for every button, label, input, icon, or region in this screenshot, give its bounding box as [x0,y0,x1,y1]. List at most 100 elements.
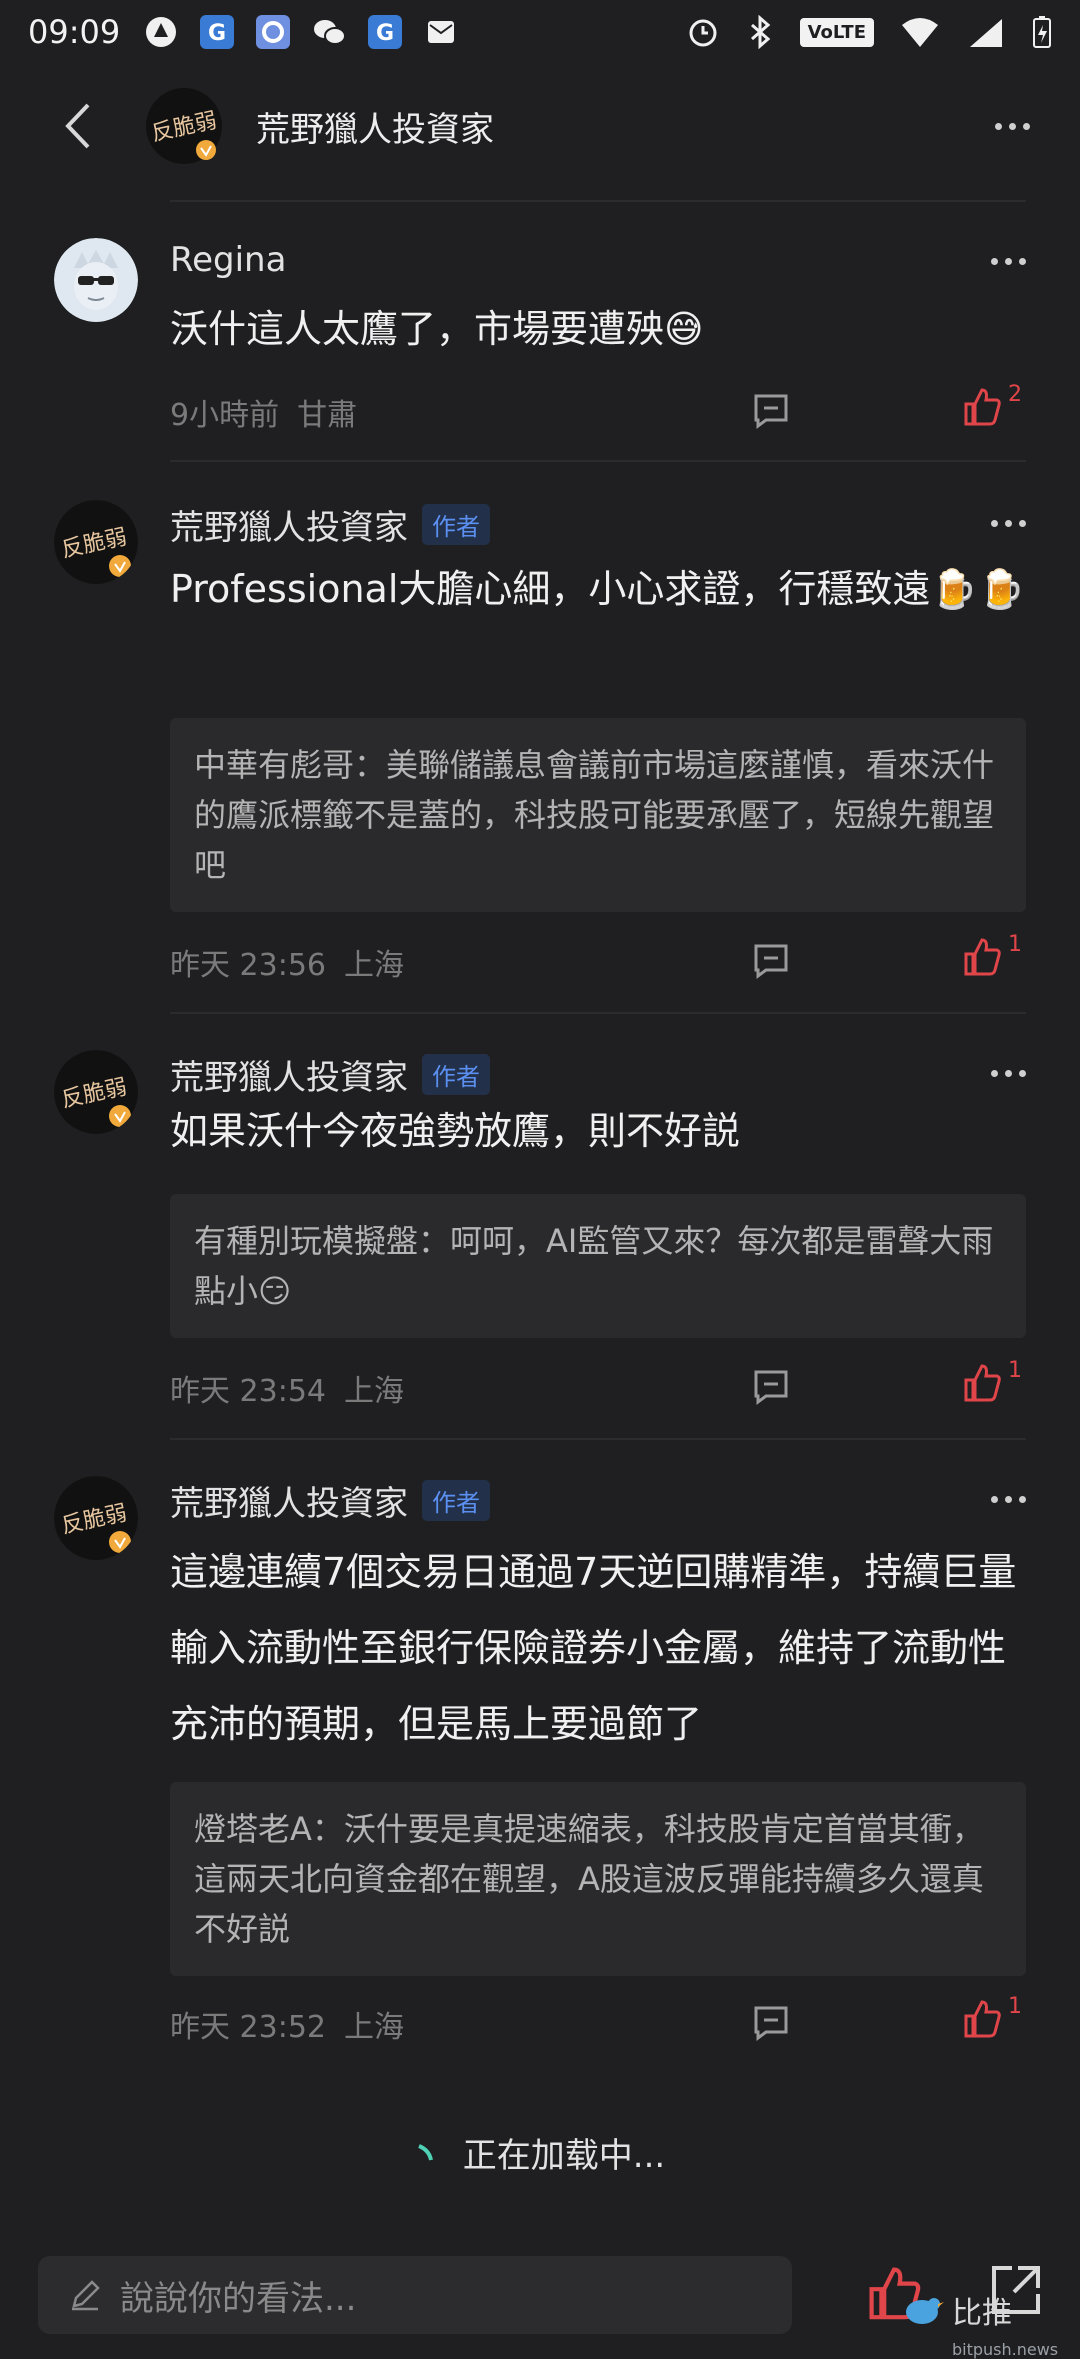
comment-location: 上海 [344,948,404,983]
comment-header: 荒野獵人投資家 作者 [170,500,490,549]
alarm-icon [689,19,717,47]
header-avatar[interactable]: 反脆弱 [146,88,222,164]
thumbs-up-icon [964,938,1001,976]
quoted-reply[interactable]: 有種別玩模擬盤：呵呵，AI監管又來？每次都是雷聲大雨點小😏 [170,1194,1026,1338]
comment-text: 如果沃什今夜強勢放鷹，則不好説 [170,1109,741,1153]
more-options-button[interactable] [984,106,1040,146]
more-dot [1005,258,1012,265]
comment-meta: 昨天 23:56 上海 [170,940,404,984]
comment-meta: 9小時前 甘肅 [170,390,357,434]
header-divider [170,200,1026,202]
reply-icon[interactable] [752,942,790,980]
thumbs-up-icon [964,388,1001,426]
mail-icon [428,21,455,43]
comment-time: 昨天 23:56 [170,948,326,983]
author-badge: 作者 [422,504,490,545]
comment-text: 這邊連續7個交易日通過7天逆回購精準，持續巨量輸入流動性至銀行保險證券小金屬，維… [170,1550,1017,1746]
comment-meta: 昨天 23:54 上海 [170,1366,404,1410]
commenter-name[interactable]: 荒野獵人投資家 [170,500,408,549]
loading-text: 正在加载中... [462,2136,666,2176]
system-icons: VoLTE [686,15,1052,49]
bird-logo-icon [906,2298,944,2324]
user-avatar[interactable]: 反脆弱 [54,1050,138,1134]
app-notification-icon [146,17,177,47]
back-button[interactable] [42,91,112,161]
more-dot [1019,258,1026,265]
comment-location: 甘肅 [297,398,358,433]
more-dot [991,520,998,527]
more-dot [991,1070,998,1077]
battery-icon [1033,16,1051,48]
comment-more-button[interactable] [991,1496,1026,1503]
comment-more-button[interactable] [991,1070,1026,1077]
comment-location: 上海 [344,2010,404,2045]
more-dot [1019,520,1026,527]
more-dot [1008,122,1016,130]
user-avatar[interactable]: 反脆弱 [54,500,138,584]
comment-header: 荒野獵人投資家 作者 [170,1050,490,1099]
comment-divider [170,1438,1026,1440]
svg-text:G: G [208,21,226,46]
reply-icon[interactable] [752,2004,790,2042]
like-button[interactable]: 2 [962,382,1022,426]
comment-header: Regina [170,240,286,280]
commenter-name[interactable]: 荒野獵人投資家 [170,1476,408,1525]
reply-icon[interactable] [752,392,790,430]
like-count: 2 [1008,382,1022,407]
comment-divider [170,1012,1026,1014]
comment-divider [170,460,1026,462]
user-avatar[interactable] [54,238,138,322]
quoted-reply[interactable]: 燈塔老A：沃什要是真提速縮表，科技股肯定首當其衝，這兩天北向資金都在觀望，A股這… [170,1782,1026,1976]
like-count: 1 [1008,1358,1022,1383]
like-button[interactable]: 1 [962,1358,1022,1402]
back-arrow-icon [65,103,90,149]
avatar-image: 反脆弱 [146,88,222,164]
commenter-name[interactable]: 荒野獵人投資家 [170,1050,408,1099]
comment-header: 荒野獵人投資家 作者 [170,1476,490,1525]
wechat-icon [314,20,347,45]
status-bar: 09:09 G G VoLTE [0,0,1080,64]
comment-time: 9小時前 [170,398,280,433]
volte-badge: VoLTE [799,17,874,47]
thumbs-up-icon [964,1364,1001,1402]
like-button[interactable]: 1 [962,932,1022,976]
watermark-text: 比推 [952,2296,1012,2331]
loading-indicator: 正在加载中... [0,2128,1080,2177]
comment-input[interactable]: 說說你的看法... [38,2256,792,2334]
bluetooth-icon [750,15,770,49]
user-avatar[interactable]: 反脆弱 [54,1476,138,1560]
like-button[interactable]: 1 [962,1994,1022,2038]
commenter-name[interactable]: Regina [170,240,286,280]
app-q-icon [256,15,291,49]
signal-icon [970,19,1002,47]
like-count: 1 [1008,932,1022,957]
svg-text:G: G [376,21,394,46]
more-dot [1005,1070,1012,1077]
comment-text: Professional大膽心細，小心求證，行穩致遠🍺🍺 [170,567,1026,611]
wifi-icon [902,18,938,47]
conversation-header: 反脆弱 荒野獵人投資家 [0,64,1080,188]
author-badge: 作者 [422,1480,490,1521]
page-title: 荒野獵人投資家 [256,109,494,150]
reply-icon[interactable] [752,1368,790,1406]
more-dot [991,258,998,265]
more-dot [1019,1070,1026,1077]
like-count: 1 [1008,1994,1022,2019]
comment-time: 昨天 23:52 [170,2010,326,2045]
comment-input-placeholder: 說說你的看法... [120,2278,357,2319]
app-g-icon: G [200,15,235,49]
quoted-reply[interactable]: 中華有彪哥：美聯儲議息會議前市場這麼謹慎，看來沃什的鷹派標籤不是蓋的，科技股可能… [170,718,1026,912]
comment-time: 昨天 23:54 [170,1374,326,1409]
watermark-logo: 比推 [900,2288,1012,2332]
more-dot [1005,520,1012,527]
notification-icons: G G [142,13,460,51]
more-dot [994,122,1002,130]
comment-text: 沃什這人太鷹了，市場要遭殃😅 [170,307,704,351]
watermark-subtext: bitpush.news [952,2340,1059,2359]
author-badge: 作者 [422,1054,490,1095]
comment-more-button[interactable] [991,258,1026,265]
spinner-icon [417,2143,433,2160]
status-time: 09:09 [28,13,121,51]
comment-more-button[interactable] [991,520,1026,527]
more-dot [991,1496,998,1503]
